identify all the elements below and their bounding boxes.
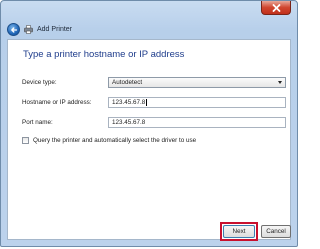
- port-name-value: 123.45.67.8: [112, 119, 146, 126]
- next-button[interactable]: Next: [223, 225, 255, 238]
- text-cursor: [145, 98, 147, 106]
- page-heading: Type a printer hostname or IP address: [23, 49, 185, 60]
- query-printer-label[interactable]: Query the printer and automatically sele…: [33, 137, 196, 144]
- wizard-content: Type a printer hostname or IP address De…: [7, 39, 291, 240]
- hostname-value: 123.45.67.8: [112, 99, 146, 106]
- title-bar: [1, 1, 297, 25]
- device-type-value: Autodetect: [112, 79, 143, 86]
- window-title: Add Printer: [37, 26, 73, 33]
- close-button[interactable]: [261, 1, 291, 15]
- cancel-button[interactable]: Cancel: [261, 225, 291, 238]
- close-icon: [272, 3, 280, 12]
- query-printer-checkbox[interactable]: [22, 137, 29, 144]
- hostname-label: Hostname or IP address:: [22, 99, 92, 106]
- port-name-input[interactable]: 123.45.67.8: [108, 117, 286, 128]
- port-name-label: Port name:: [22, 119, 53, 126]
- back-arrow-icon: [10, 26, 17, 33]
- device-type-label: Device type:: [22, 79, 57, 86]
- add-printer-window: Add Printer Type a printer hostname or I…: [0, 0, 298, 247]
- footer: Next Cancel: [7, 218, 291, 242]
- device-type-select[interactable]: Autodetect: [108, 77, 286, 88]
- chevron-down-icon: [278, 81, 282, 84]
- back-button[interactable]: [7, 23, 20, 36]
- hostname-input[interactable]: 123.45.67.8: [108, 97, 286, 108]
- printer-icon: [24, 25, 33, 34]
